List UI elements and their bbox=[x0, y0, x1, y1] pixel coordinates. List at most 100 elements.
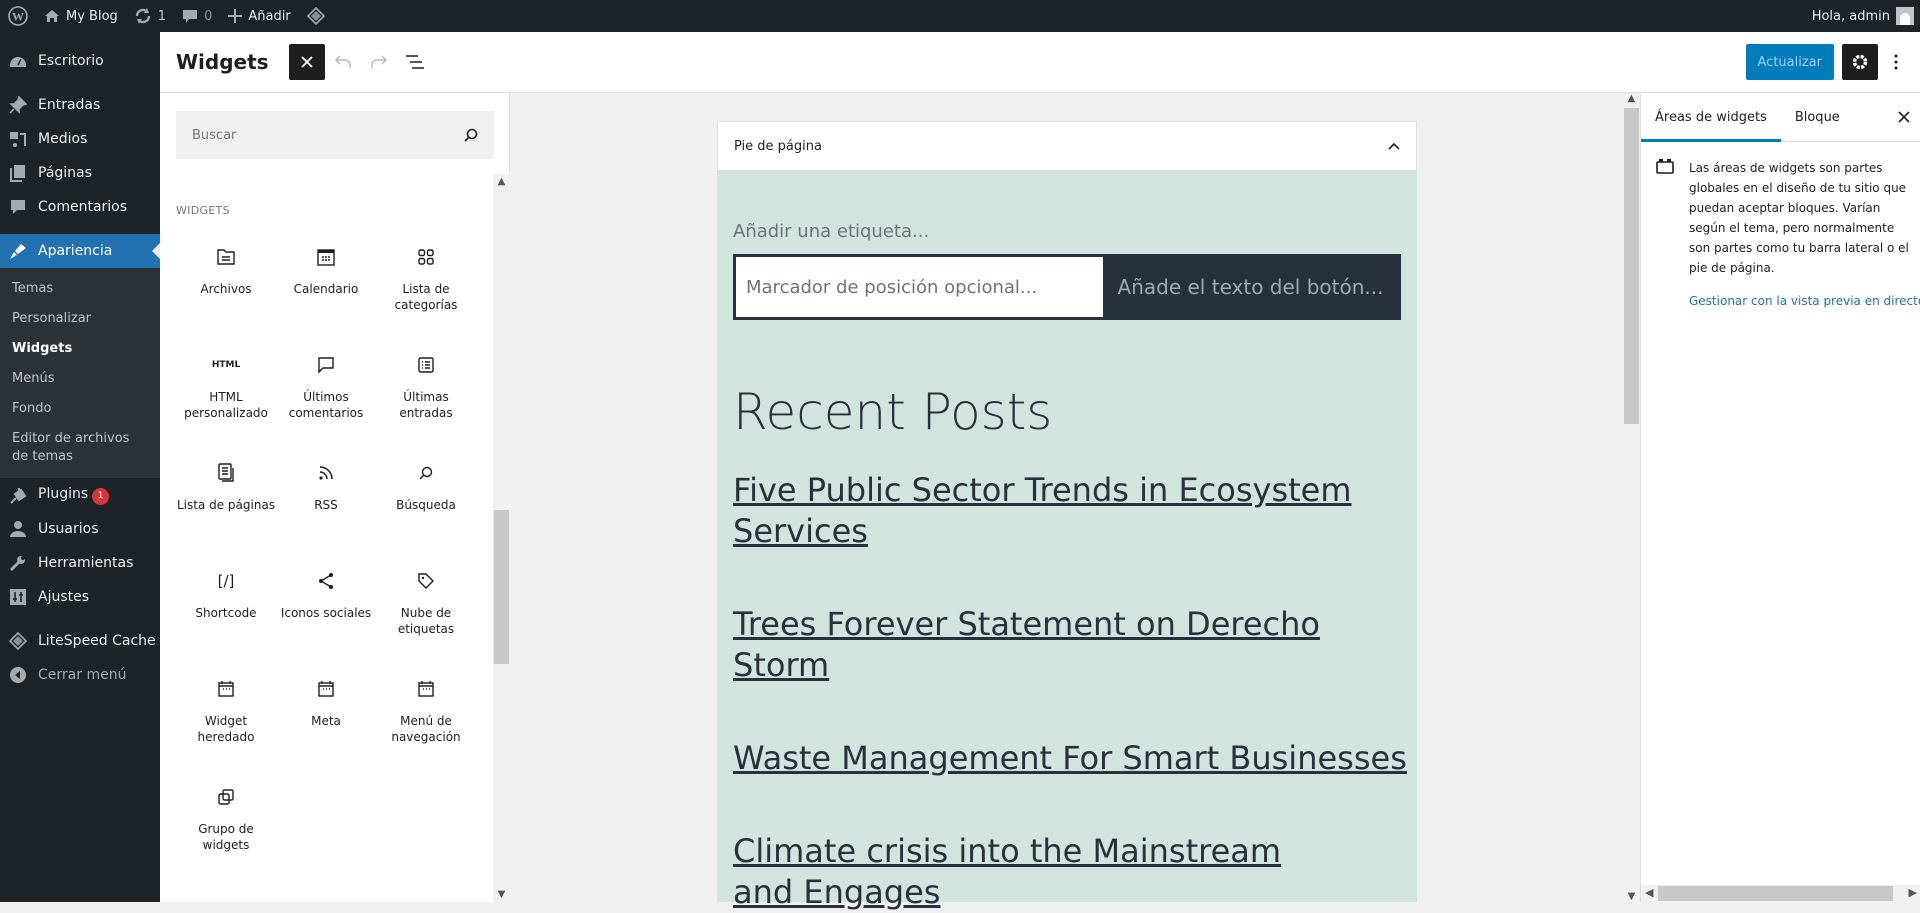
sidebar-item-label: Medios bbox=[38, 131, 88, 147]
block-grupo-widgets[interactable]: Grupo de widgets bbox=[176, 773, 276, 881]
block-label: Últimas entradas bbox=[399, 390, 453, 420]
search-block-button[interactable]: Añade el texto del botón... bbox=[1103, 257, 1398, 317]
widget-areas-description: Las áreas de widgets son partes globales… bbox=[1689, 161, 1909, 275]
scroll-down-arrow[interactable]: ▼ bbox=[493, 889, 510, 900]
list-view-button[interactable] bbox=[397, 44, 433, 80]
widget-area-header[interactable]: Pie de página bbox=[717, 121, 1417, 171]
recent-post-link[interactable]: Trees Forever Statement on Derecho Storm bbox=[733, 604, 1413, 686]
search-label-placeholder[interactable]: Añadir una etiqueta... bbox=[733, 221, 1401, 242]
block-busqueda[interactable]: Búsqueda bbox=[376, 449, 476, 557]
options-menu-button[interactable] bbox=[1878, 44, 1914, 80]
comments-link[interactable]: 0 bbox=[174, 0, 220, 32]
block-search-input[interactable]: Buscar bbox=[176, 111, 494, 159]
live-preview-link[interactable]: Gestionar con la vista previa en directo bbox=[1689, 294, 1920, 308]
scrollbar-thumb[interactable] bbox=[494, 510, 509, 664]
block-lista-categorias[interactable]: Lista de categorías bbox=[376, 233, 476, 341]
page-list-icon bbox=[217, 461, 235, 485]
scroll-up-arrow[interactable]: ▲ bbox=[1623, 93, 1640, 104]
block-iconos-sociales[interactable]: Iconos sociales bbox=[276, 557, 376, 665]
block-html-personalizado[interactable]: HTML HTML personalizado bbox=[176, 341, 276, 449]
block-rss[interactable]: RSS bbox=[276, 449, 376, 557]
tab-block[interactable]: Bloque bbox=[1781, 93, 1854, 142]
search-placeholder: Buscar bbox=[192, 127, 237, 143]
submenu-fondo[interactable]: Fondo bbox=[0, 394, 160, 424]
block-label: Shortcode bbox=[195, 606, 257, 620]
new-content-link[interactable]: Añadir bbox=[220, 0, 298, 32]
block-shortcode[interactable]: [/] Shortcode bbox=[176, 557, 276, 665]
pin-icon bbox=[8, 95, 28, 115]
undo-icon bbox=[334, 55, 351, 68]
tab-widget-areas[interactable]: Áreas de widgets bbox=[1641, 93, 1781, 142]
wordpress-logo-button[interactable]: W bbox=[0, 0, 36, 32]
sidebar-item-paginas[interactable]: Páginas bbox=[0, 156, 160, 190]
widget-area-icon bbox=[1655, 158, 1675, 308]
submenu-personalizar[interactable]: Personalizar bbox=[0, 304, 160, 334]
block-meta[interactable]: Meta bbox=[276, 665, 376, 773]
sidebar-item-entradas[interactable]: Entradas bbox=[0, 88, 160, 122]
block-ultimos-comentarios[interactable]: Últimos comentarios bbox=[276, 341, 376, 449]
settings-toggle-button[interactable] bbox=[1842, 44, 1878, 80]
sidebar-item-label: Ajustes bbox=[38, 589, 90, 605]
block-menu-navegacion[interactable]: Menú de navegación bbox=[376, 665, 476, 773]
undo-button[interactable] bbox=[325, 44, 361, 80]
block-widget-heredado[interactable]: Widget heredado bbox=[176, 665, 276, 773]
sidebar-item-plugins[interactable]: Plugins 1 bbox=[0, 478, 160, 512]
avatar bbox=[1896, 7, 1914, 25]
scroll-left-arrow[interactable]: ◀ bbox=[1645, 886, 1653, 899]
submenu-widgets[interactable]: Widgets bbox=[0, 334, 160, 364]
sidebar-item-litespeed[interactable]: LiteSpeed Cache bbox=[0, 624, 160, 658]
collapse-menu-button[interactable]: Cerrar menú bbox=[0, 658, 160, 692]
widget-areas-info: Las áreas de widgets son partes globales… bbox=[1641, 142, 1920, 324]
comments-icon bbox=[8, 197, 28, 217]
category-heading: WIDGETS bbox=[176, 204, 230, 217]
litespeed-adminbar-button[interactable] bbox=[299, 0, 333, 32]
shortcode-icon: [/] bbox=[217, 572, 235, 590]
search-block-input[interactable]: Marcador de posición opcional... bbox=[736, 257, 1103, 317]
block-ultimas-entradas[interactable]: Últimas entradas bbox=[376, 341, 476, 449]
recent-post-link[interactable]: Climate crisis into the Mainstream and E… bbox=[733, 831, 1293, 913]
chevron-up-icon[interactable] bbox=[1388, 142, 1400, 150]
litespeed-icon bbox=[306, 7, 325, 25]
scroll-right-arrow[interactable]: ▶ bbox=[1909, 886, 1917, 899]
block-archivos[interactable]: Archivos bbox=[176, 233, 276, 341]
group-icon bbox=[217, 785, 235, 809]
sidebar-item-apariencia[interactable]: Apariencia bbox=[0, 234, 160, 268]
site-name-link[interactable]: My Blog bbox=[36, 0, 126, 32]
block-label: RSS bbox=[314, 498, 338, 512]
sidebar-item-herramientas[interactable]: Herramientas bbox=[0, 546, 160, 580]
appearance-icon bbox=[8, 241, 28, 261]
block-nube-etiquetas[interactable]: Nube de etiquetas bbox=[376, 557, 476, 665]
updates-icon bbox=[135, 8, 150, 24]
close-inserter-button[interactable] bbox=[288, 44, 325, 80]
recent-post-link[interactable]: Five Public Sector Trends in Ecosystem S… bbox=[733, 470, 1413, 552]
sidebar-item-comentarios[interactable]: Comentarios bbox=[0, 190, 160, 224]
sidebar-item-ajustes[interactable]: Ajustes bbox=[0, 580, 160, 614]
scrollbar-thumb[interactable] bbox=[1658, 886, 1893, 901]
block-lista-paginas[interactable]: Lista de páginas bbox=[176, 449, 276, 557]
close-icon[interactable] bbox=[1898, 111, 1910, 123]
submenu-temas[interactable]: Temas bbox=[0, 274, 160, 304]
block-label: Últimos comentarios bbox=[288, 390, 364, 420]
redo-button[interactable] bbox=[361, 44, 397, 80]
canvas-scrollbar[interactable]: ▲ ▼ bbox=[1623, 93, 1640, 902]
users-icon bbox=[8, 519, 28, 539]
update-button[interactable]: Actualizar bbox=[1745, 44, 1834, 80]
submenu-menus[interactable]: Menús bbox=[0, 364, 160, 394]
sidebar-item-medios[interactable]: Medios bbox=[0, 122, 160, 156]
block-calendario[interactable]: Calendario bbox=[276, 233, 376, 341]
scroll-up-arrow[interactable]: ▲ bbox=[493, 176, 510, 187]
search-icon bbox=[419, 461, 433, 485]
inserter-scrollbar[interactable]: ▲ ▼ bbox=[493, 174, 510, 902]
recent-post-link[interactable]: Waste Management For Smart Businesses bbox=[733, 738, 1413, 779]
horizontal-scrollbar[interactable]: ◀ ▶ bbox=[1641, 885, 1920, 902]
scroll-down-arrow[interactable]: ▼ bbox=[1623, 891, 1640, 902]
my-account-link[interactable]: Hola, admin bbox=[1812, 7, 1920, 25]
sidebar-item-usuarios[interactable]: Usuarios bbox=[0, 512, 160, 546]
sidebar-item-escritorio[interactable]: Escritorio bbox=[0, 44, 160, 78]
sidebar-item-label: Plugins bbox=[38, 485, 89, 502]
scrollbar-thumb[interactable] bbox=[1624, 108, 1639, 424]
sidebar-item-label: Cerrar menú bbox=[38, 667, 127, 683]
updates-link[interactable]: 1 bbox=[126, 0, 174, 32]
block-label: Meta bbox=[311, 714, 341, 728]
submenu-editor-archivos[interactable]: Editor de archivos de temas bbox=[0, 424, 160, 472]
